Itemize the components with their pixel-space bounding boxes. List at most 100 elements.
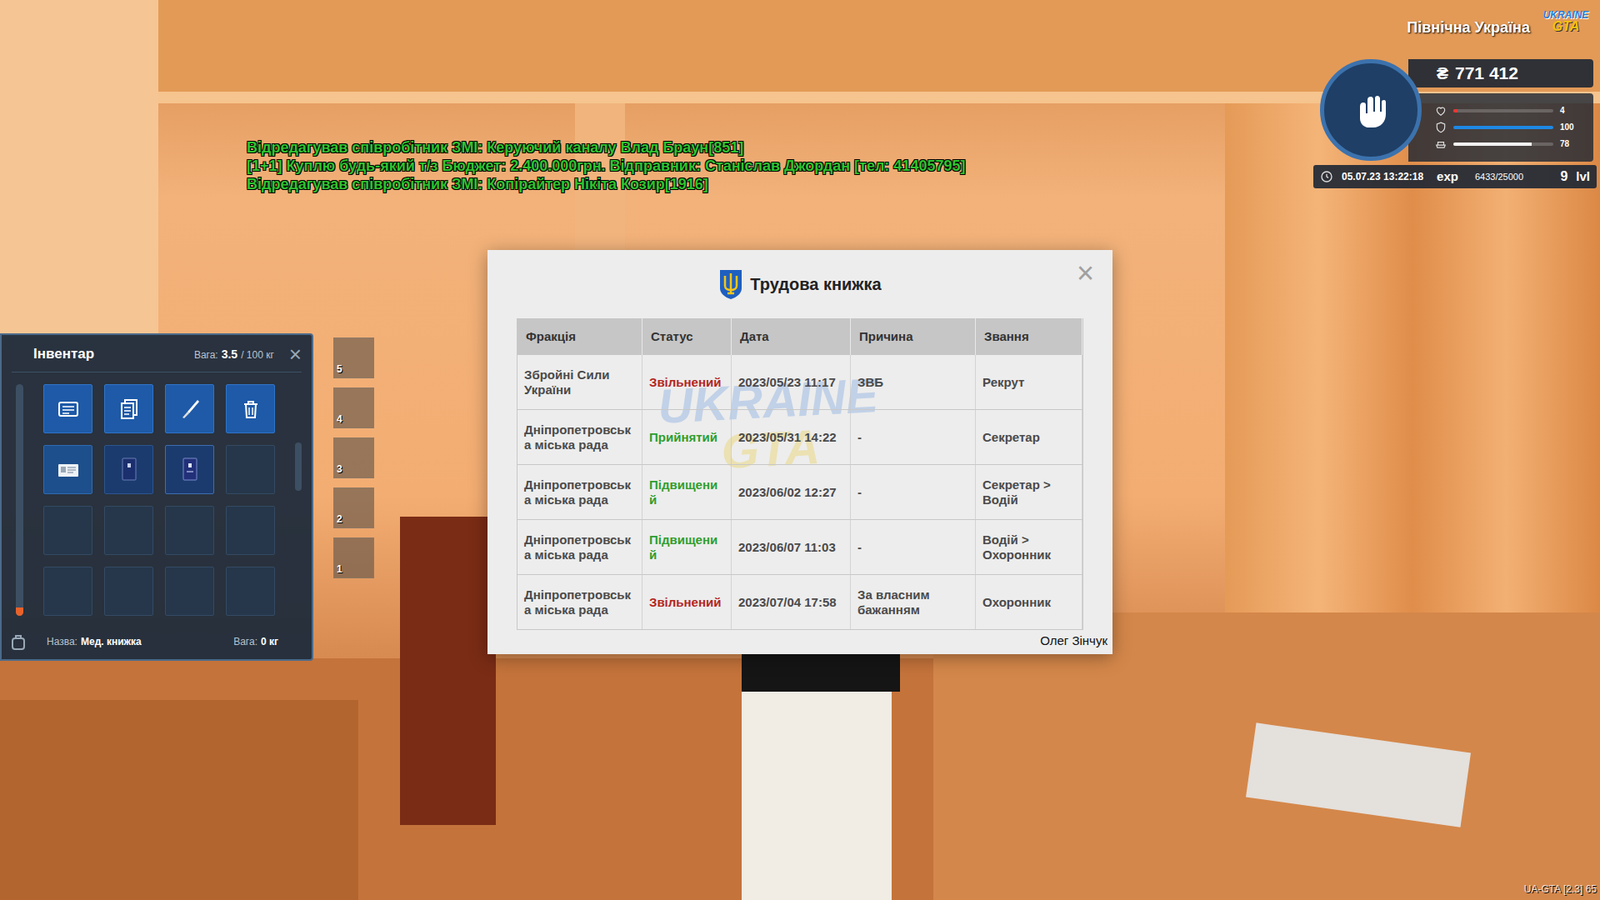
podium [400, 516, 496, 825]
table-row: Дніпропетровська міська радаПідвищений20… [517, 465, 1083, 520]
column-header: Статус [642, 318, 732, 355]
game-scene: Відредагував співробітник ЗМІ: Керуючий … [0, 0, 1600, 900]
inventory-slot[interactable] [225, 445, 275, 495]
currency-sign: ₴ [1436, 60, 1449, 87]
faction-badge [1320, 59, 1422, 161]
fist-icon [1344, 83, 1398, 137]
inventory-slot[interactable] [104, 384, 154, 434]
table-cell: Дніпропетровська міська рада [517, 575, 643, 630]
character-jacket [741, 650, 900, 692]
inventory-slot[interactable] [43, 566, 93, 616]
armor-icon [1435, 121, 1447, 134]
table-cell: Підвищений [642, 465, 732, 520]
item-name: Назва:Мед. книжка [46, 634, 142, 650]
reason-text: За власним бажанням [857, 587, 969, 618]
inventory-footer: Назва:Мед. книжка Вага:0 кг [1, 627, 312, 660]
date-text: 2023/07/04 17:58 [738, 595, 837, 610]
employment-table: ФракціяСтатусДатаПричинаЗванняUKRAINEGTA… [516, 318, 1084, 630]
passport-icon [116, 455, 142, 485]
hotbar-number: 3 [336, 461, 343, 477]
inventory-slot[interactable] [165, 505, 215, 555]
inventory-slot[interactable] [43, 384, 93, 434]
table-cell: 2023/05/23 11:17 [731, 355, 851, 410]
reason-text: - [857, 485, 862, 500]
hotbar-slot[interactable]: 4 [333, 387, 375, 429]
inventory-slot[interactable] [43, 505, 93, 555]
close-button[interactable]: × [1076, 258, 1095, 289]
bar-track [1453, 142, 1554, 146]
date-text: 2023/05/23 11:17 [738, 375, 836, 390]
bar-fill [1453, 125, 1554, 130]
status-text: Підвищений [649, 477, 725, 508]
bar-value: 100 [1560, 123, 1575, 132]
reason-text: - [857, 430, 862, 445]
item-name-value: Мед. книжка [80, 634, 142, 650]
inventory-slot[interactable] [43, 445, 93, 495]
table-cell: Дніпропетровська міська рада [517, 465, 643, 520]
bag-icon [10, 632, 27, 651]
faction-text: Дніпропетровська міська рада [524, 532, 635, 563]
hotbar-number: 1 [336, 561, 343, 577]
hotbar-slot[interactable]: 1 [333, 537, 375, 579]
hotbar: 5 4 3 2 1 [333, 337, 375, 579]
bar-track [1453, 109, 1554, 113]
inventory-slot[interactable] [165, 384, 215, 434]
inventory-slot[interactable] [104, 505, 154, 555]
money-bar: ₴771 412 [1408, 59, 1594, 88]
bar-fill [1453, 142, 1532, 146]
faction-text: Дніпропетровська міська рада [524, 587, 635, 618]
hotbar-slot[interactable]: 3 [333, 437, 375, 479]
divider [11, 371, 302, 373]
inventory-slot[interactable] [165, 566, 215, 616]
date-text: 2023/06/07 11:03 [738, 540, 836, 555]
dialog-title: Трудова книжка [750, 271, 881, 297]
status-bar-row: 78 [1435, 138, 1589, 150]
inventory-header: ІнвентарВага:3.5/ 100 кг× [1, 335, 312, 372]
inventory-slot[interactable] [104, 566, 154, 616]
scrollbar-thumb[interactable] [295, 442, 302, 491]
reason-text: - [857, 540, 862, 555]
bar-fill [1453, 109, 1458, 113]
chat: Відредагував співробітник ЗМІ: Керуючий … [246, 138, 965, 194]
table-cell: Охоронник [975, 575, 1083, 630]
dialog-header: Трудова книжка × [487, 250, 1113, 300]
weight-value: 3.5 [221, 345, 238, 364]
table-cell: Дніпропетровська міська рада [517, 410, 643, 465]
bar-color [1453, 125, 1554, 130]
close-button[interactable]: × [289, 343, 302, 365]
version-text: UA-GTA [2.3] 65 [1524, 883, 1597, 895]
inventory-grid [43, 384, 275, 616]
desk-left [0, 700, 359, 900]
rank-text: Охоронник [982, 595, 1051, 610]
column-title: Дата [740, 327, 770, 347]
wall-pillar [0, 0, 159, 350]
column-title: Причина [859, 327, 914, 347]
hotbar-slot[interactable]: 2 [333, 487, 375, 529]
item-weight-value: 0 кг [260, 634, 279, 650]
table-cell: Секретар > Водій [975, 465, 1083, 520]
exp-value: 6433/25000 [1475, 170, 1524, 185]
table-header: ФракціяСтатусДатаПричинаЗвання [517, 318, 1083, 355]
dialog-footer: Олег Зінчук [487, 630, 1113, 655]
hotbar-slot[interactable]: 5 [333, 337, 375, 379]
faction-text: Дніпропетровська міська рада [524, 477, 635, 508]
table-cell: Підвищений [642, 520, 732, 575]
hotbar-number: 2 [336, 511, 343, 527]
item-weight-label: Вага: [233, 634, 258, 650]
inventory-slot[interactable] [225, 505, 275, 555]
health-icon [1435, 105, 1447, 117]
inventory-slot[interactable] [225, 566, 275, 616]
rank-text: Секретар > Водій [982, 477, 1075, 508]
status-strip: 05.07.23 13:22:18exp6433/250009lvl [1313, 165, 1597, 189]
inventory-slot[interactable] [165, 445, 215, 495]
column-title: Звання [984, 327, 1030, 347]
date-text: 2023/05/31 14:22 [738, 430, 837, 445]
inventory-slot[interactable] [225, 384, 275, 434]
table-cell: Прийнятий [642, 410, 732, 465]
status-text: Підвищений [649, 532, 725, 563]
game-logo: UKRAINEGTA [1538, 10, 1594, 34]
reason-text: ЗВБ [857, 375, 884, 390]
inventory-slot[interactable] [104, 445, 154, 495]
logo-bottom: GTA [1552, 20, 1580, 34]
table-cell: Рекрут [975, 355, 1083, 410]
